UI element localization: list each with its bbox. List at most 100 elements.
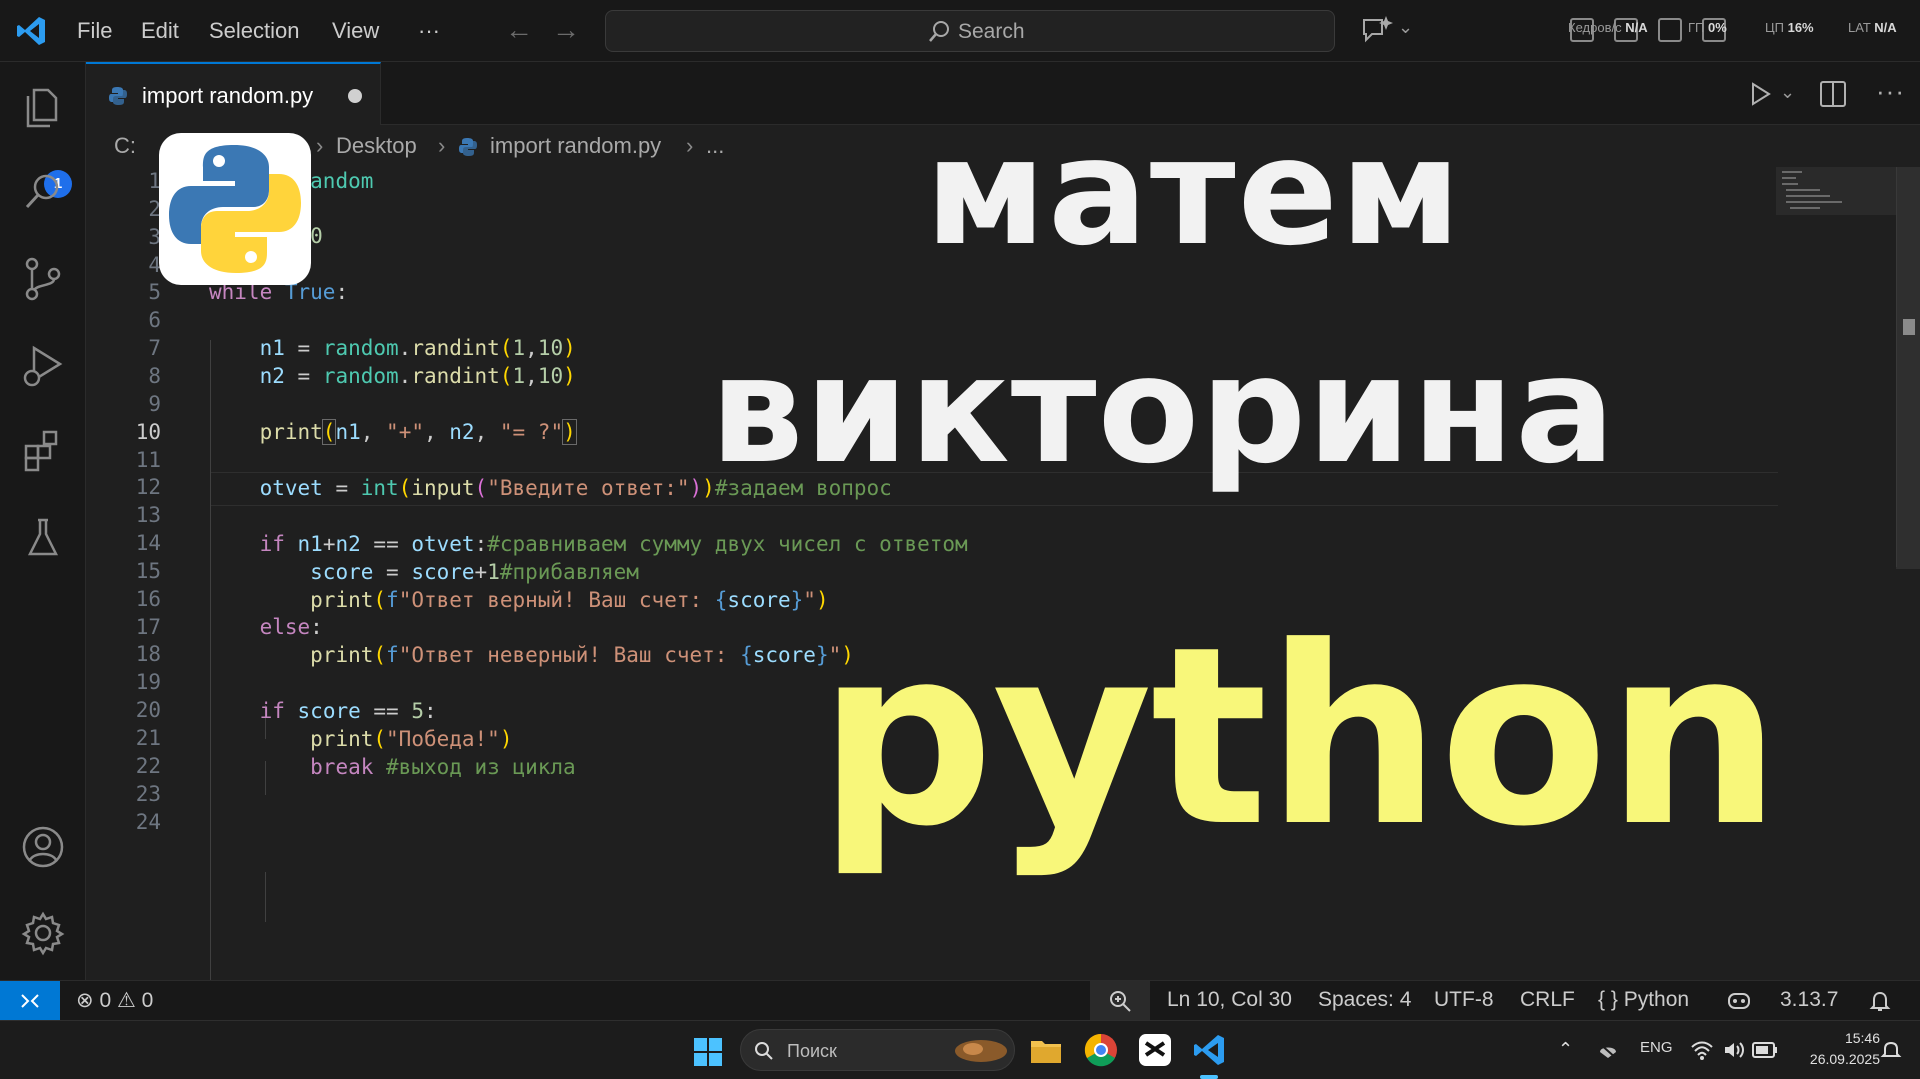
zoom-icon — [1110, 991, 1131, 1012]
code-line-20: if score == 5: — [259, 699, 437, 723]
command-center-search[interactable]: Search — [605, 10, 1335, 52]
breadcrumb-symbols[interactable]: ... — [706, 133, 724, 159]
python-file-icon — [459, 138, 477, 156]
vscode-logo-icon[interactable] — [14, 14, 48, 48]
chevron-down-icon[interactable]: ⌄ — [1398, 17, 1413, 38]
error-count: 0 — [99, 989, 112, 1012]
tab-import-random-py[interactable]: import random.py — [86, 62, 381, 125]
error-icon: ⊗ — [76, 989, 94, 1012]
line-endings[interactable]: CRLF — [1520, 988, 1575, 1012]
problems-indicator[interactable]: ⊗ 0 ⚠ 0 — [76, 988, 153, 1013]
hw-stat-latency: LAT N/A — [1848, 20, 1897, 35]
zoom-indicator[interactable] — [1090, 981, 1150, 1020]
forward-arrow-icon[interactable]: → — [552, 14, 580, 46]
line-number: 5 — [148, 280, 161, 305]
code-line-22: break #выход из цикла — [310, 755, 576, 779]
code-line-16: print(f"Ответ верный! Ваш счет: {score}"… — [310, 588, 829, 612]
file-explorer-icon[interactable] — [1027, 1031, 1065, 1069]
active-app-indicator — [1200, 1075, 1218, 1079]
split-editor-icon[interactable] — [1820, 81, 1846, 107]
overlay-title-line2: викторина — [710, 324, 1617, 496]
run-python-file-icon[interactable] — [1746, 80, 1774, 108]
battery-icon[interactable] — [1752, 1041, 1778, 1059]
menu-file[interactable]: File — [77, 18, 112, 44]
code-line-17: else: — [259, 615, 323, 639]
windows-taskbar: Поиск ⌃ ENG 15:46 26.09.2025 — [0, 1020, 1920, 1079]
python-version[interactable]: 3.13.7 — [1780, 988, 1838, 1012]
minimap-line — [1782, 183, 1798, 185]
line-number: 13 — [135, 503, 161, 528]
breadcrumb-desktop[interactable]: Desktop — [336, 133, 417, 159]
line-number: 11 — [135, 447, 161, 472]
line-number: 18 — [135, 642, 161, 667]
code-line-18: print(f"Ответ неверный! Ваш счет: {score… — [310, 643, 854, 667]
code-line-8: n2 = random.randint(1,10) — [259, 364, 576, 388]
unsaved-dot-icon[interactable] — [348, 89, 362, 103]
line-number: 19 — [135, 670, 161, 695]
settings-gear-icon[interactable] — [18, 908, 68, 958]
minimap-line — [1786, 189, 1820, 191]
taskbar-search-label: Поиск — [787, 1041, 837, 1061]
status-bar: ⊗ 0 ⚠ 0 Ln 10, Col 30 Spaces: 4 UTF-8 CR… — [0, 980, 1920, 1020]
clock-time[interactable]: 15:46 — [1790, 1030, 1880, 1046]
line-number: 8 — [148, 363, 161, 388]
breadcrumb-drive[interactable]: C: — [114, 133, 136, 159]
scrollbar-thumb[interactable] — [1896, 167, 1920, 569]
indentation[interactable]: Spaces: 4 — [1318, 988, 1411, 1012]
vscode-taskbar-icon[interactable] — [1190, 1031, 1228, 1069]
chevron-down-icon[interactable]: ⌄ — [1780, 82, 1795, 103]
windows-start-icon[interactable] — [693, 1037, 723, 1067]
title-bar: File Edit Selection View ··· ← → Search … — [0, 0, 1920, 62]
line-number: 12 — [135, 475, 161, 500]
volume-icon[interactable] — [1722, 1039, 1746, 1061]
notification-center-icon[interactable] — [1880, 1039, 1902, 1061]
hw-stat-gpu: ГП 0% — [1688, 20, 1727, 35]
copilot-icon[interactable] — [1726, 989, 1752, 1013]
breadcrumb-file[interactable]: import random.py — [490, 133, 661, 159]
testing-flask-icon[interactable] — [18, 512, 68, 562]
menu-selection[interactable]: Selection — [209, 18, 300, 44]
line-number: 23 — [135, 781, 161, 806]
scrollbar-cursor-marker — [1903, 319, 1915, 335]
braces-icon: { } — [1598, 988, 1618, 1011]
extensions-icon[interactable] — [18, 426, 68, 476]
clock-date[interactable]: 26.09.2025 — [1780, 1051, 1880, 1067]
cursor-position[interactable]: Ln 10, Col 30 — [1167, 988, 1292, 1012]
line-number: 14 — [135, 531, 161, 556]
encoding[interactable]: UTF-8 — [1434, 988, 1494, 1012]
minimap[interactable] — [1776, 167, 1896, 215]
source-control-icon[interactable] — [18, 254, 68, 304]
menu-more[interactable]: ··· — [418, 18, 440, 44]
keyboard-language[interactable]: ENG — [1640, 1039, 1673, 1056]
hw-stat-cpu: ЦП 16% — [1765, 20, 1814, 35]
line-number: 24 — [135, 809, 161, 834]
warning-count: 0 — [141, 989, 154, 1012]
line-number: 1 — [148, 169, 161, 193]
wifi-icon[interactable] — [1690, 1039, 1714, 1061]
remote-indicator[interactable] — [0, 981, 60, 1020]
menu-edit[interactable]: Edit — [141, 18, 179, 44]
more-actions-icon[interactable]: ··· — [1876, 76, 1905, 107]
tray-app-icon[interactable] — [1596, 1040, 1620, 1060]
toggle-panel-icon[interactable] — [1658, 18, 1682, 42]
code-line-14: if n1+n2 == otvet:#сравниваем сумму двух… — [259, 532, 968, 556]
copilot-chat-icon[interactable] — [1360, 14, 1394, 46]
tray-chevron-up-icon[interactable]: ⌃ — [1558, 1039, 1573, 1060]
taskbar-search[interactable]: Поиск — [740, 1029, 1015, 1071]
breadcrumb-separator-icon: › — [686, 133, 694, 158]
run-and-debug-icon[interactable] — [18, 340, 68, 390]
chrome-icon[interactable] — [1082, 1031, 1120, 1069]
accounts-icon[interactable] — [18, 822, 68, 872]
line-number: 7 — [148, 336, 161, 361]
menu-view[interactable]: View — [332, 18, 379, 44]
notifications-bell-icon[interactable] — [1868, 989, 1892, 1013]
capcut-icon[interactable] — [1136, 1031, 1174, 1069]
back-arrow-icon[interactable]: ← — [505, 14, 533, 46]
line-number: 4 — [148, 252, 161, 277]
minimap-line — [1782, 171, 1802, 173]
overlay-title-line1: матем — [925, 106, 1463, 278]
search-icon[interactable] — [18, 167, 68, 217]
explorer-icon[interactable] — [18, 82, 68, 132]
remote-icon — [21, 994, 39, 1008]
language-mode[interactable]: { } Python — [1598, 988, 1689, 1012]
